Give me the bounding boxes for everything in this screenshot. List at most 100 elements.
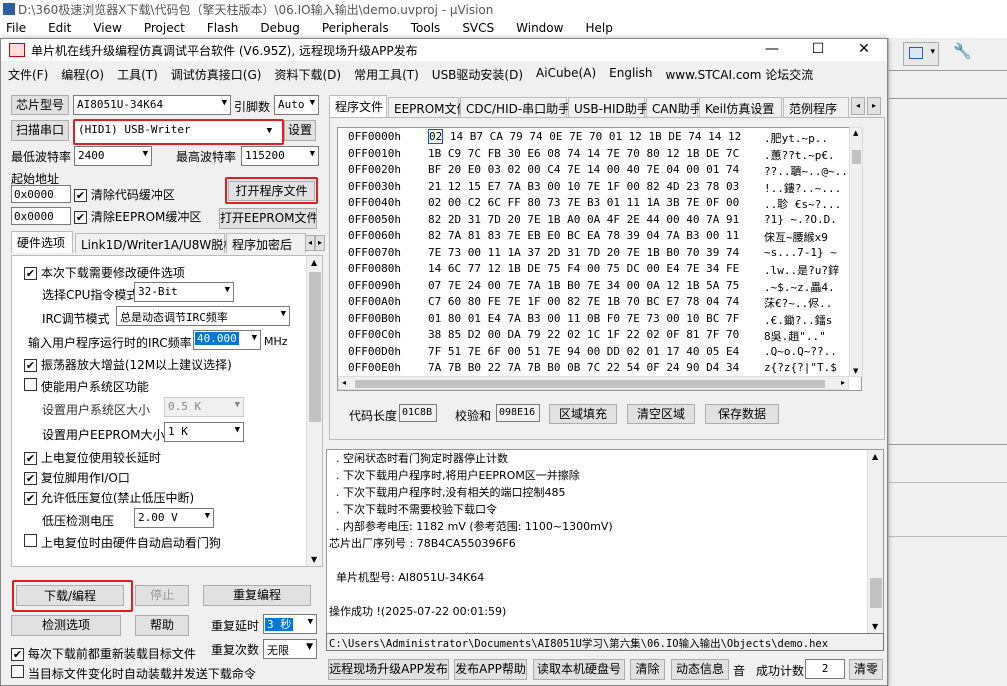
scroll-down-icon[interactable]: ▼ [872, 622, 878, 631]
hex-cursor-byte[interactable]: 02 [428, 129, 444, 144]
publish-help-button[interactable]: 发布APP帮助 [454, 659, 527, 680]
tab-scroll-right[interactable]: ▸ [315, 235, 325, 251]
bg-menu-tools[interactable]: Tools [405, 20, 441, 38]
remote-upgrade-button[interactable]: 远程现场升级APP发布 [328, 659, 449, 680]
scan-port-button[interactable]: 扫描串口 [11, 120, 69, 141]
menu-common-tools[interactable]: 常用工具(T) [354, 66, 419, 85]
wrench-icon[interactable]: 🔧 [949, 42, 973, 66]
area-fill-button[interactable]: 区域填充 [549, 404, 617, 424]
cpu-mode-select[interactable]: 32-Bit ▼ [134, 282, 234, 302]
sys-size-select[interactable]: 0.5 K ▼ [164, 397, 244, 417]
bg-menu-edit[interactable]: Edit [42, 20, 71, 38]
menu-downloads[interactable]: 资料下载(D) [274, 66, 341, 85]
tab-hardware-options[interactable]: 硬件选项 [11, 231, 73, 253]
scroll-up-icon[interactable]: ▲ [853, 129, 858, 137]
user-sys-area-option[interactable]: 使能用户系统区功能 [24, 378, 149, 395]
maximize-button[interactable]: ☐ [795, 39, 841, 61]
irc-freq-input[interactable]: 40.000 ▼ [193, 330, 261, 350]
menu-program[interactable]: 编程(O) [61, 66, 104, 85]
scroll-right-icon[interactable]: ▸ [841, 378, 845, 387]
watchdog-option[interactable]: 上电复位时由硬件自动启动看门狗 [24, 534, 221, 551]
hex-hscroll-thumb[interactable] [355, 380, 825, 388]
auto-reload-option[interactable]: 当目标文件变化时自动装载并发送下载命令 [11, 665, 256, 682]
bg-menu-project[interactable]: Project [138, 20, 185, 38]
hex-hscroll[interactable]: ◂ ▸ [338, 376, 849, 390]
reset-count-button[interactable]: 清零 [849, 659, 883, 680]
bg-menu-help[interactable]: Help [579, 20, 612, 38]
clear-eeprom-checkbox[interactable]: ✔ [74, 211, 87, 224]
tab-scroll-left[interactable]: ◂ [305, 235, 315, 251]
clear-area-button[interactable]: 清空区域 [627, 404, 695, 424]
tab-program-file[interactable]: 程序文件 [329, 95, 387, 117]
low-volt-reset-checkbox[interactable]: ✔ [24, 492, 37, 505]
log-scrollbar[interactable]: ▲ ▼ [867, 450, 883, 633]
hex-vscroll[interactable]: ▲ ▼ [849, 127, 863, 377]
watchdog-checkbox[interactable] [24, 534, 37, 547]
max-baud-select[interactable]: 115200 ▼ [241, 146, 319, 166]
open-eeprom-file-button[interactable]: 打开EEPROM文件 [219, 208, 317, 229]
reset-pin-io-option[interactable]: ✔ 复位脚用作I/O口 [24, 469, 130, 486]
menu-debug-interface[interactable]: 调试仿真接口(G) [171, 66, 262, 85]
scroll-left-icon[interactable]: ◂ [342, 378, 346, 387]
bg-menu-debug[interactable]: Debug [254, 20, 299, 38]
tab-keil-sim[interactable]: Keil仿真设置 [699, 97, 782, 117]
modify-hw-option[interactable]: ✔ 本次下载需要修改硬件选项 [24, 264, 185, 281]
check-options-button[interactable]: 检测选项 [11, 615, 121, 636]
osc-gain-checkbox[interactable]: ✔ [24, 359, 37, 372]
reload-before-download-option[interactable]: ✔ 每次下载前都重新装载目标文件 [11, 645, 196, 662]
port-select[interactable]: (HID1) USB-Writer ▼ [73, 119, 284, 145]
minimize-button[interactable]: — [749, 39, 795, 61]
settings-button[interactable]: 设置 [284, 120, 316, 141]
tab-can[interactable]: CAN助手 [646, 97, 702, 117]
auto-reload-checkbox[interactable] [11, 665, 24, 678]
scroll-up-icon[interactable]: ▲ [872, 452, 878, 461]
low-volt-reset-option[interactable]: ✔ 允许低压复位(禁止低压中断) [24, 489, 194, 506]
download-program-button[interactable]: 下载/编程 [16, 585, 124, 606]
reset-pin-io-checkbox[interactable]: ✔ [24, 472, 37, 485]
help-button[interactable]: 帮助 [135, 615, 189, 636]
menu-forum[interactable]: www.STCAI.com 论坛交流 [665, 66, 813, 85]
dynamic-info-button[interactable]: 动态信息 [671, 659, 729, 680]
repeat-count-select[interactable]: 无限 ▼ [263, 639, 317, 659]
tab-usb-hid[interactable]: USB-HID助手 [568, 97, 649, 117]
clear-code-buffer-option[interactable]: ✔ 清除代码缓冲区 [74, 186, 175, 203]
clear-eeprom-buffer-option[interactable]: ✔ 清除EEPROM缓冲区 [74, 208, 201, 225]
irc-mode-select[interactable]: 总是动态调节IRC频率 ▼ [116, 306, 290, 326]
scroll-up-icon[interactable]: ▲ [311, 258, 317, 267]
bg-menu-view[interactable]: View [87, 20, 121, 38]
hex-view[interactable]: 0FF0000h 02 14 B7 CA 79 74 0E 7E 70 01 12… [337, 127, 862, 391]
menu-usb-driver[interactable]: USB驱动安装(D) [432, 66, 523, 85]
clear-log-button[interactable]: 清除 [630, 659, 665, 680]
open-program-file-button[interactable]: 打开程序文件 [228, 181, 315, 201]
options-scrollbar[interactable]: ▲ ▼ [306, 256, 322, 566]
bg-menu-window[interactable]: Window [510, 20, 563, 38]
bg-window-select-button[interactable]: ▾ [903, 42, 939, 66]
tab-scroll-left[interactable]: ◂ [851, 97, 865, 115]
bg-menu-flash[interactable]: Flash [201, 20, 238, 38]
bg-menu-file[interactable]: File [0, 20, 26, 38]
chip-model-select[interactable]: AI8051U-34K64 ▼ [73, 95, 231, 115]
bg-menu-svcs[interactable]: SVCS [456, 20, 494, 38]
bg-menu-peripherals[interactable]: Peripherals [316, 20, 389, 38]
scroll-down-icon[interactable]: ▼ [311, 555, 317, 564]
menu-tools[interactable]: 工具(T) [117, 66, 158, 85]
clear-code-checkbox[interactable]: ✔ [74, 189, 87, 202]
hex-vscroll-thumb[interactable] [852, 150, 861, 164]
menu-aicube[interactable]: AiCube(A) [536, 66, 596, 85]
menu-english[interactable]: English [609, 66, 652, 85]
log-output[interactable]: . 空闲状态时看门狗定时器停止计数 . 下次下载用户程序时,将用户EEPROM区… [326, 449, 884, 634]
eeprom-size-select[interactable]: 1 K ▼ [164, 422, 244, 442]
tab-encryption[interactable]: 程序加密后 [226, 233, 306, 253]
tab-cdc-hid-serial[interactable]: CDC/HID-串口助手 [460, 97, 570, 117]
eeprom-start-address-input[interactable]: 0x0000 [11, 207, 71, 225]
options-scrollbar-thumb[interactable] [309, 272, 321, 422]
tab-examples[interactable]: 范例程序 [783, 97, 849, 117]
scroll-down-icon[interactable]: ▼ [853, 367, 858, 375]
long-delay-checkbox[interactable]: ✔ [24, 452, 37, 465]
osc-gain-option[interactable]: ✔ 振荡器放大增益(12M以上建议选择) [24, 356, 232, 373]
read-disk-id-button[interactable]: 读取本机硬盘号 [533, 659, 625, 680]
repeat-program-button[interactable]: 重复编程 [203, 585, 311, 606]
pin-count-select[interactable]: Auto ▼ [274, 95, 319, 115]
modify-hw-checkbox[interactable]: ✔ [24, 267, 37, 280]
tab-offline-programmer[interactable]: Link1D/Writer1A/U8W脱机 [75, 233, 235, 253]
